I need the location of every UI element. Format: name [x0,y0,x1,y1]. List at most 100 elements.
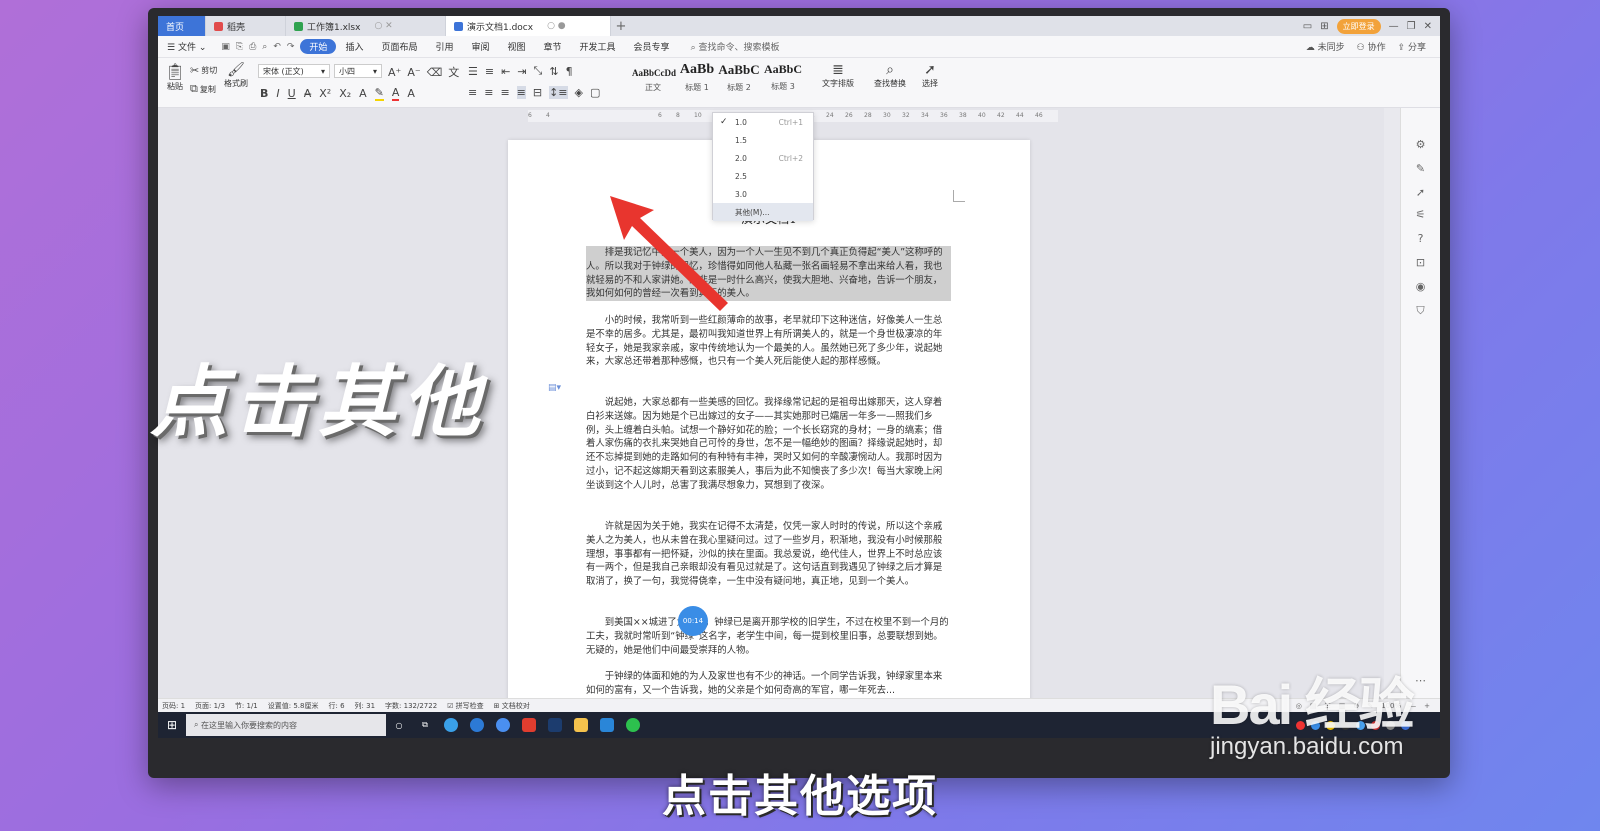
folder-app-icon[interactable] [568,714,594,736]
highlight-icon[interactable]: ✎ [374,86,384,101]
sync-status[interactable]: ☁ 未同步 [1306,40,1345,53]
line-spacing-option[interactable]: 1.5 [713,131,813,149]
menu-insert[interactable]: 插入 [336,40,372,53]
layout-icon[interactable]: ▭ [1303,21,1312,32]
sogou-app-icon[interactable] [490,714,516,736]
status-word-count[interactable]: 字数: 132/2722 [385,701,437,711]
redo-icon[interactable]: ↷ [287,42,295,52]
style-heading-1[interactable]: AaBb 标题 1 [676,62,718,100]
align-right-icon[interactable]: ≡ [500,86,509,99]
login-button[interactable]: 立即登录 [1336,18,1381,34]
shading-icon[interactable]: ◈ [575,86,583,99]
bold-icon[interactable]: B [260,87,268,100]
print-icon[interactable]: ⎙ [249,42,256,52]
share-panel-icon[interactable]: ⛉ [1414,304,1427,317]
export-icon[interactable]: ⎘ [236,42,243,52]
close-icon[interactable]: ○ ✕ [374,21,392,31]
bullet-list-icon[interactable]: ☰ [468,65,478,78]
spell-check-button[interactable]: ☑ 拼写检查 [447,701,484,711]
adjust-icon[interactable]: ⚟ [1414,208,1427,221]
style-heading-2[interactable]: AaBbC 标题 2 [718,62,760,100]
help-icon[interactable]: ? [1414,232,1427,245]
backup-icon[interactable]: ⊡ [1414,256,1427,269]
edge-app-icon[interactable] [464,714,490,736]
tab-home[interactable]: 首页 [158,16,206,36]
pen-icon[interactable]: ✎ [1414,162,1427,175]
paragraph[interactable]: 于钟绿的体面和她的为人及家世也有不少的神话。一个同学告诉我，钟绿家里本来如何的富… [586,670,951,698]
paragraph[interactable]: 许就是因为关于她，我实在记得不太清楚，仅凭一家人时时的传说，所以这个亲戚美人之为… [586,520,951,589]
proofread-button[interactable]: ⊞ 文档校对 [494,701,530,711]
new-tab-button[interactable]: + [611,19,631,34]
char-border-icon[interactable]: A [407,87,415,100]
line-spacing-option[interactable]: ✓ 1.0 Ctrl+1 [713,113,813,131]
font-size-select[interactable]: 小四 ▾ [334,64,382,78]
style-normal[interactable]: AaBbCcDd 正文 [632,62,676,100]
subscript-icon[interactable]: X₂ [339,87,351,100]
menu-section[interactable]: 章节 [535,40,571,53]
photoshop-app-icon[interactable] [542,714,568,736]
numbered-list-icon[interactable]: ≡ [485,65,494,78]
command-search[interactable]: ⌕ 查找命令、搜索模板 [691,40,780,53]
grow-font-icon[interactable]: A⁺ [388,66,401,79]
paragraph[interactable]: 小的时候，我常听到一些红颜薄命的故事，老早就印下这种迷信，好像美人一生总是不幸的… [586,314,951,369]
menu-home[interactable]: 开始 [300,39,337,54]
close-icon[interactable]: ○ ● [547,21,566,31]
text-layout-button[interactable]: ≣ 文字排版 [822,62,854,89]
menu-review[interactable]: 审阅 [462,40,498,53]
paragraph[interactable]: 到美国××城进了大学时，钟绿已是离开那学校的旧学生，不过在校里不到一个月的工夫，… [586,616,951,657]
menu-file[interactable]: ☰ 文件 ⌄ [158,40,215,53]
more-icon[interactable]: ⋯ [1414,674,1427,687]
menu-page-layout[interactable]: 页面布局 [372,40,426,53]
align-center-icon[interactable]: ≡ [484,86,493,99]
grid-icon[interactable]: ⊞ [1320,21,1328,32]
document-page[interactable]: 演示文档1 排是我记忆中第一个美人，因为一个人一生见不到几个真正负得起“美人”这… [508,140,1030,710]
media-app-icon[interactable] [594,714,620,736]
border-icon[interactable]: ▢ [590,86,600,99]
undo-icon[interactable]: ↶ [273,42,281,52]
paragraph-selected[interactable]: 排是我记忆中第一个美人，因为一个人一生见不到几个真正负得起“美人”这称呼的人。所… [586,246,951,302]
menu-member[interactable]: 会员专享 [625,40,679,53]
location-icon[interactable]: ◉ [1414,280,1427,293]
style-heading-3[interactable]: AaBbC 标题 3 [762,62,804,100]
strikethrough-icon[interactable]: A̶ [304,87,312,100]
windows-start-icon[interactable]: ⊞ [158,718,186,732]
browser-app-icon[interactable] [438,714,464,736]
align-left-icon[interactable]: ≡ [468,86,477,99]
select-button[interactable]: ➚ 选择 [922,62,938,89]
style-panel-icon[interactable]: ⚙ [1414,138,1427,151]
restore-icon[interactable]: ❐ [1407,21,1416,32]
wps-app-icon[interactable] [516,714,542,736]
line-spacing-icon[interactable]: ↕≡ [549,86,568,99]
tab-workbook[interactable]: 工作簿1.xlsx ○ ✕ [286,16,446,36]
increase-indent-icon[interactable]: ⇥ [517,65,526,78]
collaborate-button[interactable]: ⚇ 协作 [1357,40,1386,53]
minimize-icon[interactable]: — [1389,21,1399,32]
line-spacing-option[interactable]: 2.0 Ctrl+2 [713,149,813,167]
pointer-icon[interactable]: ➚ [1414,186,1427,199]
paragraph[interactable]: 说起她，大家总都有一些美感的回忆。我择缘常记起的是祖母出嫁那天，这人穿着白衫来送… [586,396,951,493]
sort-icon[interactable]: ⇅ [549,65,558,78]
wechat-app-icon[interactable] [620,714,646,736]
distribute-icon[interactable]: ⊟ [533,86,542,99]
show-marks-icon[interactable]: ¶ [566,65,573,78]
font-name-select[interactable]: 宋体 (正文) ▾ [258,64,330,78]
superscript-icon[interactable]: X² [319,87,331,100]
decrease-indent-icon[interactable]: ⇤ [501,65,510,78]
preview-icon[interactable]: ⌕ [262,42,267,52]
save-icon[interactable]: ▣ [221,42,230,52]
text-effect-icon[interactable]: A [359,87,367,100]
copy-button[interactable]: ⧉ 复制 [190,82,216,96]
menu-developer[interactable]: 开发工具 [571,40,625,53]
task-view-icon[interactable]: ⧉ [412,714,438,736]
italic-icon[interactable]: I [276,87,279,100]
format-painter-button[interactable]: 🖌︎ 格式刷 [224,62,248,89]
share-button[interactable]: ⇪ 分享 [1398,40,1426,53]
chinese-layout-icon[interactable]: ⤡ [534,64,543,78]
find-replace-button[interactable]: ⌕ 查找替换 [874,62,906,89]
tab-document[interactable]: 演示文档1.docx ○ ● [446,16,611,36]
taskbar-search[interactable]: ⌕ 在这里输入你要搜索的内容 [186,714,386,736]
line-spacing-option[interactable]: 2.5 [713,167,813,185]
shrink-font-icon[interactable]: A⁻ [407,66,420,79]
zoom-in-icon[interactable]: + [1424,702,1430,710]
line-spacing-other-option[interactable]: 其他(M)... [713,203,813,221]
